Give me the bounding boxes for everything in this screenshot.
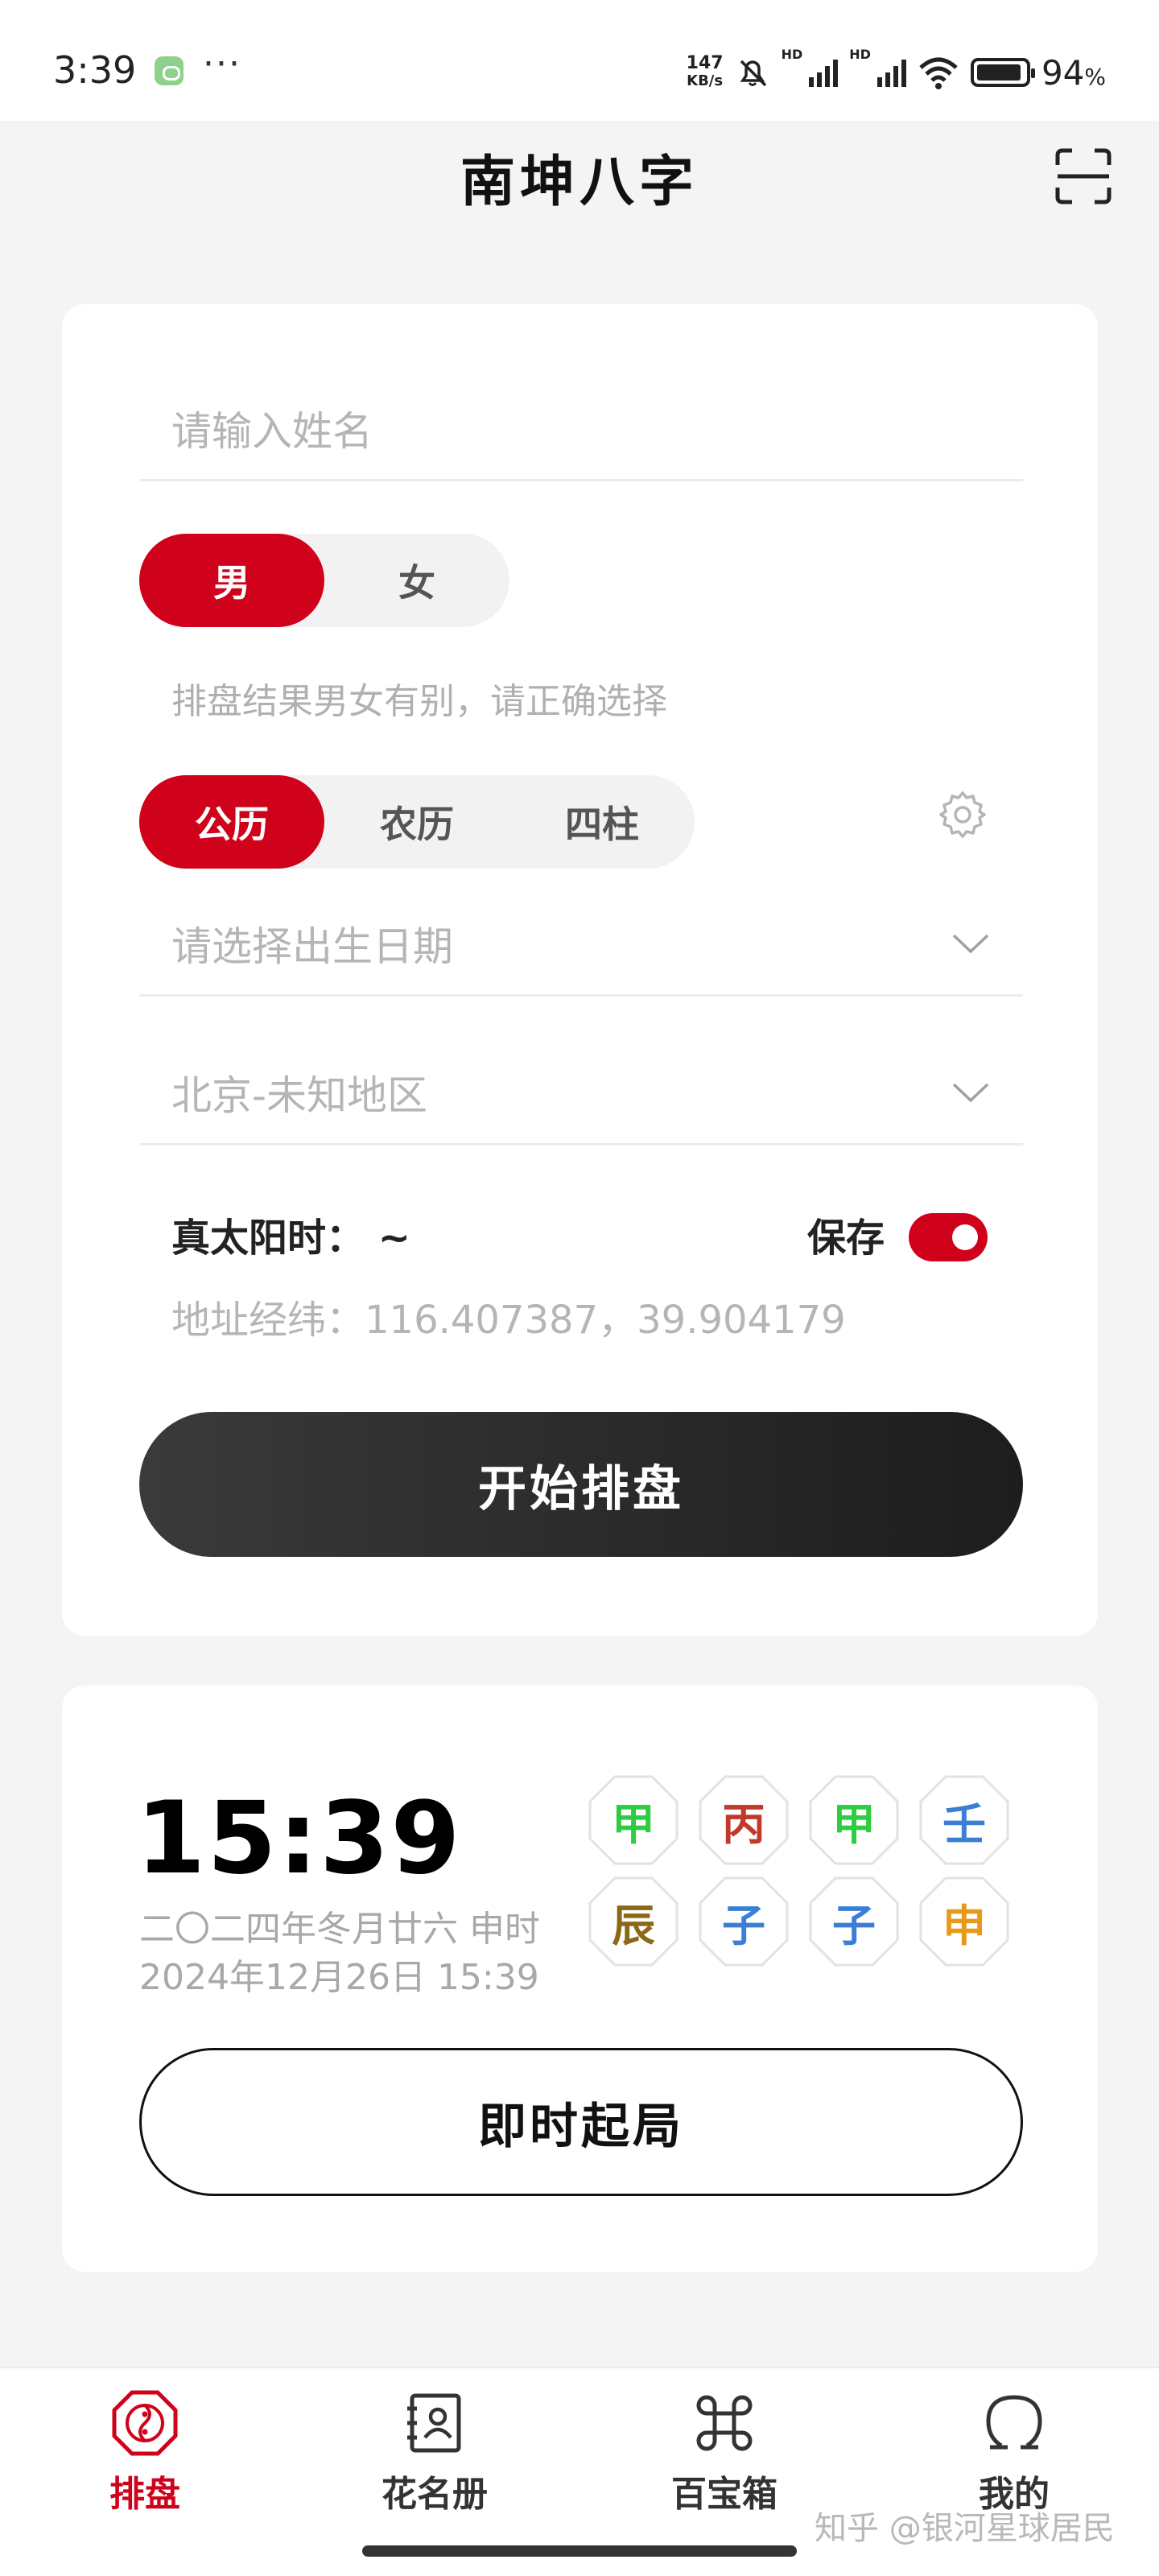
- gender-selector: 男 女: [139, 534, 509, 627]
- branch-char: 申: [942, 1900, 986, 1951]
- watermark: 知乎 @银河星球居民: [815, 2510, 1115, 2547]
- solar-date: 2024年12月26日 15:39: [139, 1957, 539, 1998]
- battery-icon: [970, 58, 1035, 87]
- battery-percent-value: 94: [1041, 52, 1085, 93]
- user-profile-icon: [986, 2395, 1042, 2450]
- gender-hint: 排盘结果男女有别，请正确选择: [171, 681, 667, 722]
- stem-char: 丙: [722, 1798, 765, 1850]
- tab-paipan[interactable]: 排盘: [48, 2389, 241, 2516]
- pillar-branch-day: 子: [808, 1876, 900, 1967]
- gender-option-male[interactable]: 男: [139, 534, 324, 627]
- status-time: 3:39: [53, 48, 137, 92]
- tab-label: 排盘: [109, 2474, 180, 2515]
- location-value: 北京-未知地区: [171, 1071, 428, 1119]
- branch-char: 子: [722, 1900, 765, 1951]
- mute-bell-icon: [740, 60, 766, 87]
- tab-label: 百宝箱: [671, 2474, 777, 2515]
- gender-option-female[interactable]: 女: [324, 534, 509, 627]
- tab-profile[interactable]: 我的: [918, 2389, 1111, 2516]
- wifi-icon: [919, 57, 958, 89]
- save-label: 保存: [807, 1216, 885, 1261]
- scan-icon[interactable]: [1054, 147, 1112, 205]
- battery-percent: 94%: [1041, 53, 1106, 93]
- four-pillars-grid: 甲 丙 甲 壬 辰 子 子 申: [588, 1774, 1022, 1984]
- network-speed-value: 147: [686, 53, 724, 73]
- current-clock: 15:39: [136, 1781, 462, 1897]
- branch-char: 子: [832, 1900, 876, 1951]
- pillar-stem-year: 甲: [588, 1774, 679, 1866]
- command-key-icon: [696, 2395, 753, 2451]
- lunar-date: 二〇二四年冬月廿六 申时: [139, 1909, 540, 1950]
- name-input-placeholder: 请输入姓名: [171, 407, 373, 455]
- birth-date-placeholder: 请选择出生日期: [171, 923, 453, 970]
- calendar-option-lunar[interactable]: 农历: [324, 775, 509, 869]
- page-title: 南坤八字: [460, 151, 699, 214]
- bagua-icon: [112, 2390, 178, 2456]
- pillar-branch-month: 子: [698, 1876, 790, 1967]
- signal-bars-2-icon: [876, 58, 906, 87]
- pillar-branch-year: 辰: [588, 1876, 679, 1967]
- stem-char: 甲: [832, 1798, 876, 1850]
- true-solar-time: 真太阳时： ~: [171, 1216, 410, 1261]
- stem-char: 甲: [612, 1798, 655, 1850]
- status-bar: 3:39 ··· 147 KB/s HD HD 94%: [0, 0, 1159, 121]
- tab-toolbox[interactable]: 百宝箱: [628, 2389, 821, 2516]
- save-toggle[interactable]: [909, 1213, 988, 1261]
- calendar-selector: 公历 农历 四柱: [139, 775, 695, 869]
- pillar-stem-hour: 壬: [918, 1774, 1010, 1866]
- contacts-book-icon: [407, 2393, 461, 2453]
- home-indicator[interactable]: [362, 2545, 797, 2557]
- instant-chart-button[interactable]: 即时起局: [139, 2048, 1023, 2196]
- tab-label: 花名册: [382, 2474, 488, 2515]
- app-notification-icon: [155, 56, 184, 85]
- chart-form-card: 请输入姓名 男 女 排盘结果男女有别，请正确选择 公历 农历 四柱 请选择出生日…: [62, 304, 1098, 1636]
- branch-char: 辰: [612, 1900, 655, 1951]
- settings-gear-icon[interactable]: [938, 790, 988, 840]
- network-speed-unit: KB/s: [687, 72, 724, 89]
- start-chart-button[interactable]: 开始排盘: [139, 1412, 1023, 1557]
- now-card: 15:39 二〇二四年冬月廿六 申时 2024年12月26日 15:39 甲 丙…: [62, 1686, 1098, 2272]
- calendar-option-four-pillars[interactable]: 四柱: [509, 775, 695, 869]
- birth-date-select[interactable]: 请选择出生日期: [139, 892, 1023, 997]
- calendar-option-solar[interactable]: 公历: [139, 775, 324, 869]
- pillar-stem-month: 丙: [698, 1774, 790, 1866]
- more-notifications-icon: ···: [203, 43, 241, 85]
- signal-bars-1-icon: [809, 58, 839, 87]
- name-input[interactable]: 请输入姓名: [139, 377, 1023, 481]
- battery-fill: [976, 64, 1021, 80]
- tab-roster[interactable]: 花名册: [338, 2389, 531, 2516]
- network-speed: 147 KB/s: [687, 55, 724, 90]
- battery-percent-sign: %: [1084, 63, 1106, 90]
- stem-char: 壬: [942, 1798, 986, 1850]
- hd-label-1: HD: [781, 47, 803, 62]
- chevron-down-icon: [952, 1083, 989, 1103]
- chevron-down-icon: [952, 934, 989, 954]
- location-select[interactable]: 北京-未知地区: [139, 1041, 1023, 1146]
- pillar-stem-day: 甲: [808, 1774, 900, 1866]
- pillar-branch-hour: 申: [918, 1876, 1010, 1967]
- status-indicators: 147 KB/s HD HD 94%: [687, 47, 1106, 98]
- address-coordinates: 地址经纬：116.407387，39.904179: [171, 1298, 846, 1343]
- hd-label-2: HD: [849, 47, 871, 62]
